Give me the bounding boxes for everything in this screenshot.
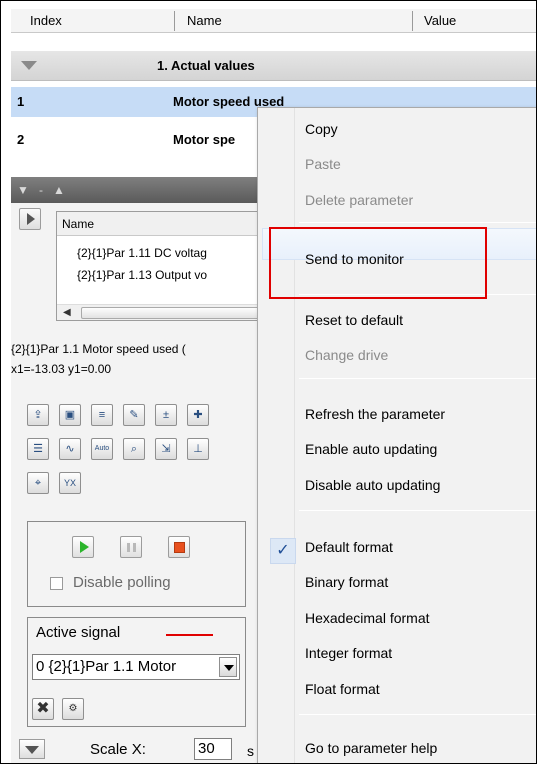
list-item[interactable]: {2}{1}Par 1.11 DC voltag: [77, 246, 262, 260]
pause-icon: [133, 543, 136, 552]
highlight-annotation-box: [269, 227, 487, 299]
menu-separator: [299, 714, 536, 715]
menu-gutter: [294, 108, 295, 763]
scale-x-label: Scale X:: [90, 741, 146, 758]
group-row-actual-values[interactable]: 1. Actual values: [11, 51, 536, 81]
column-separator[interactable]: [412, 11, 413, 31]
scrollbar-thumb[interactable]: [81, 307, 261, 319]
scale-x-input[interactable]: 30: [194, 738, 232, 760]
list-icon[interactable]: ☰: [27, 438, 49, 460]
menu-separator: [299, 510, 536, 511]
signal-list-header[interactable]: Name: [57, 212, 260, 236]
chevron-down-icon: [224, 665, 234, 671]
checkmark-icon: ✓: [270, 538, 296, 564]
export-icon[interactable]: ⇪: [27, 404, 49, 426]
horizontal-scrollbar[interactable]: ◀: [57, 304, 261, 320]
save-icon[interactable]: ▣: [59, 404, 81, 426]
menu-item-binary-format[interactable]: Binary format: [305, 574, 388, 590]
menu-item-float-format[interactable]: Float format: [305, 681, 380, 697]
menu-item-refresh-parameter[interactable]: Refresh the parameter: [305, 406, 445, 422]
column-index[interactable]: Index: [30, 9, 62, 33]
active-signal-select[interactable]: 0 {2}{1}Par 1.1 Motor: [32, 654, 240, 680]
collapse-up-icon[interactable]: ▲: [53, 177, 65, 203]
menu-item-paste: Paste: [305, 156, 341, 172]
collapse-triangle-icon[interactable]: [21, 61, 37, 70]
align-bottom-icon[interactable]: ⊥: [187, 438, 209, 460]
signal-color-swatch: [166, 634, 213, 636]
menu-item-default-format[interactable]: Default format: [305, 539, 393, 555]
menu-item-reset-to-default[interactable]: Reset to default: [305, 312, 403, 328]
menu-item-delete-parameter: Delete parameter: [305, 192, 414, 208]
menu-separator: [299, 378, 536, 379]
signal-info: {2}{1}Par 1.1 Motor speed used (: [11, 342, 186, 356]
stop-button[interactable]: [168, 536, 190, 558]
active-signal-value: 0 {2}{1}Par 1.1 Motor: [36, 658, 177, 675]
row-index: 2: [17, 132, 25, 147]
disable-polling-label[interactable]: Disable polling: [73, 574, 171, 591]
signal-settings-icon[interactable]: ⚙: [62, 698, 84, 720]
pause-icon: [127, 543, 130, 552]
remove-signal-icon[interactable]: ✖: [32, 698, 54, 720]
list-item[interactable]: {2}{1}Par 1.13 Output vo: [77, 268, 262, 282]
restore-icon[interactable]: -: [39, 177, 43, 203]
menu-item-change-drive: Change drive: [305, 347, 389, 363]
menu-item-go-to-parameter-help[interactable]: Go to parameter help: [305, 740, 437, 756]
column-name[interactable]: Name: [187, 9, 222, 33]
zoom-fit-icon[interactable]: ⌕: [123, 438, 145, 460]
signal-wave-icon[interactable]: ∿: [59, 438, 81, 460]
wrench-icon[interactable]: ✎: [123, 404, 145, 426]
triangle-right-icon: [27, 213, 35, 225]
menu-item-hexadecimal-format[interactable]: Hexadecimal format: [305, 610, 430, 626]
group-title: 1. Actual values: [157, 58, 255, 73]
dropdown-button[interactable]: [219, 657, 237, 677]
scroll-left-icon[interactable]: ◀: [63, 307, 71, 318]
column-separator[interactable]: [174, 11, 175, 31]
expand-list-button[interactable]: [19, 208, 41, 230]
stop-icon: [174, 542, 185, 553]
menu-item-disable-auto-updating[interactable]: Disable auto updating: [305, 477, 440, 493]
disable-polling-checkbox[interactable]: [50, 577, 63, 590]
application-window: Index Name Value 1. Actual values 1 Moto…: [0, 0, 537, 764]
column-value[interactable]: Value: [424, 9, 456, 33]
polling-controls: Disable polling: [27, 521, 246, 607]
grid-lines-icon[interactable]: ≡: [91, 404, 113, 426]
cursor-readout: x1=-13.03 y1=0.00: [11, 362, 112, 376]
cursor-icon[interactable]: ⌖: [27, 472, 49, 494]
xy-zoom-icon[interactable]: YX: [59, 472, 81, 494]
grid-header: Index Name Value: [11, 9, 536, 33]
menu-item-integer-format[interactable]: Integer format: [305, 645, 392, 661]
chevron-down-icon: [25, 746, 39, 754]
collapse-down-icon[interactable]: ▼: [17, 177, 29, 203]
import-icon[interactable]: ⇲: [155, 438, 177, 460]
row-name: Motor spe: [173, 132, 236, 147]
auto-scale-icon[interactable]: Auto: [91, 438, 113, 460]
menu-separator: [299, 222, 536, 223]
menu-item-copy[interactable]: Copy: [305, 121, 338, 137]
row-index: 1: [17, 94, 25, 109]
add-icon[interactable]: ✚: [187, 404, 209, 426]
active-signal-group: Active signal 0 {2}{1}Par 1.1 Motor ✖ ⚙: [27, 617, 246, 727]
context-menu: Copy Paste Delete parameter Send to moni…: [257, 107, 536, 763]
play-icon: [80, 541, 89, 553]
start-button[interactable]: [72, 536, 94, 558]
monitor-title-bar: ▼ - ▲: [11, 177, 261, 203]
menu-item-enable-auto-updating[interactable]: Enable auto updating: [305, 441, 437, 457]
zoom-axis-icon[interactable]: ±: [155, 404, 177, 426]
scale-menu-button[interactable]: [19, 739, 45, 759]
pause-button[interactable]: [120, 536, 142, 558]
active-signal-label: Active signal: [36, 624, 121, 641]
scale-x-unit: s: [247, 743, 254, 759]
